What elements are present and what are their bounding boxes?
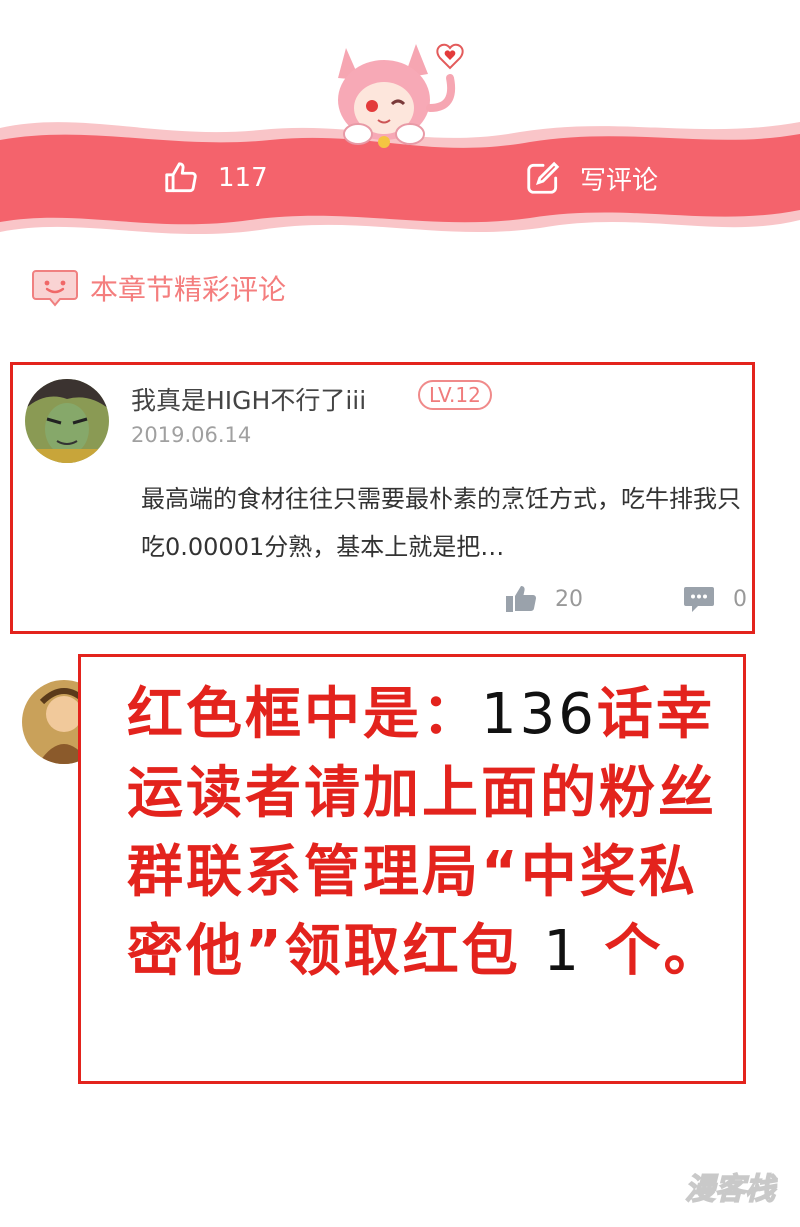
notice-part-1: 红色框中是： <box>127 682 481 747</box>
edit-icon <box>527 161 560 194</box>
section-title: 本章节精彩评论 <box>90 273 287 306</box>
comment-like-count: 20 <box>555 586 583 612</box>
write-comment-label: 写评论 <box>580 165 659 196</box>
write-comment-button[interactable]: 写评论 <box>524 158 658 198</box>
like-button[interactable]: 117 <box>162 158 268 198</box>
cat-girl-mascot-image <box>338 43 464 148</box>
comment-like-button[interactable]: 20 <box>505 585 583 613</box>
like-count: 117 <box>218 163 268 193</box>
comment-reply-button[interactable]: 0 <box>683 585 747 613</box>
level-badge: LV.12 <box>418 380 492 410</box>
section-header: 本章节精彩评论 <box>32 268 286 308</box>
notice-part-3: 个。 <box>604 919 723 984</box>
avatar-image <box>25 379 109 463</box>
comment-text[interactable]: 最高端的食材往往只需要最朴素的烹饪方式，吃牛排我只吃0.00001分熟，基本上就… <box>141 475 741 571</box>
thumbs-up-filled-icon <box>506 586 537 612</box>
svg-text:漫客栈: 漫客栈 <box>685 1172 778 1207</box>
notice-number: 136 <box>481 682 597 747</box>
username[interactable]: 我真是HIGH不行了iii <box>131 381 366 417</box>
site-watermark-logo: 漫客栈 <box>684 1171 778 1208</box>
comment-card: 我真是HIGH不行了iii LV.12 2019.06.14 最高端的食材往往只… <box>10 362 755 634</box>
reply-bubble-icon <box>684 587 714 612</box>
thumbs-up-icon <box>165 162 197 193</box>
notice-count: 1 <box>543 919 582 984</box>
comment-date: 2019.06.14 <box>131 423 252 447</box>
comment-reply-count: 0 <box>733 586 747 612</box>
user-avatar[interactable] <box>25 379 109 463</box>
comment-bubble-icon <box>32 270 78 307</box>
notice-text: 红色框中是：136话幸运读者请加上面的粉丝群联系管理局“中奖私密他”领取红包 1… <box>127 675 727 991</box>
promotion-notice: 红色框中是：136话幸运读者请加上面的粉丝群联系管理局“中奖私密他”领取红包 1… <box>78 654 746 1084</box>
